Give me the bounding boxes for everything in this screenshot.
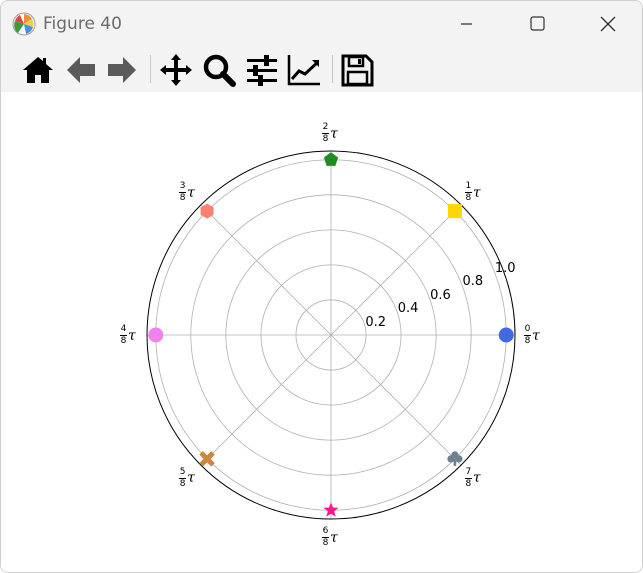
r-tick-label: 0.2 (365, 314, 387, 330)
theta-label-symbol: τ (187, 184, 195, 201)
navigation-toolbar (1, 47, 642, 92)
window-title: Figure 40 (43, 14, 122, 34)
r-tick-label: 0.8 (462, 274, 484, 290)
theta-tick-label: 58τ (179, 466, 195, 489)
theta-label-denominator: 8 (322, 134, 329, 144)
back-arrow-icon (67, 57, 95, 83)
theta-label-denominator: 8 (322, 538, 329, 548)
theta-label-symbol: τ (330, 529, 338, 546)
figure-canvas[interactable]: 0.2 0.4 0.6 0.8 1.0 0 8 τ 1 8 τ 2 8 τ 3 8 τ 4 8 τ 5 8 τ 6 8 τ 7 8 τ (1, 92, 642, 572)
club-marker-stem (453, 458, 457, 466)
theta-tick-label: 18τ (464, 181, 481, 204)
theta-label-numerator: 4 (120, 324, 127, 334)
maximize-button[interactable] (501, 1, 571, 47)
angular-gridline (330, 334, 462, 466)
theta-label-symbol: τ (128, 327, 136, 344)
zoom-button[interactable] (201, 52, 237, 88)
title-bar[interactable]: Figure 40 (1, 1, 642, 47)
zoom-icon (203, 54, 236, 87)
theta-label-numerator: 1 (465, 181, 472, 192)
close-icon (600, 16, 616, 32)
angular-gridline (200, 204, 332, 336)
toolbar-separator (150, 55, 151, 83)
polar-axes (146, 150, 516, 520)
configure-subplots-icon (247, 55, 277, 86)
minimize-button[interactable] (431, 1, 501, 47)
club-marker-lobe (447, 455, 455, 463)
r-tick-label: 0.6 (430, 287, 451, 303)
angular-gridline (200, 334, 332, 466)
figure-window: Figure 40 0.2 0.4 0.6 0.8 1.0 0 8 τ 1 8 … (0, 0, 643, 573)
data-point-circle (148, 327, 164, 343)
close-button[interactable] (572, 1, 642, 47)
theta-tick-label: 0 8τ (524, 325, 540, 346)
theta-label-numerator: 3 (179, 181, 186, 192)
data-point-x (199, 451, 215, 467)
theta-label-numerator: 5 (179, 466, 186, 477)
theta-label-denominator: 8 (465, 478, 472, 489)
home-icon (23, 57, 53, 83)
r-tick-label: 1.0 (494, 260, 516, 276)
toolbar-separator (332, 55, 333, 83)
r-tick-label: 0.4 (397, 301, 419, 317)
theta-label-symbol: τ (187, 470, 195, 487)
theta-tick-label: 4 8τ (120, 325, 136, 346)
angular-gridline (330, 204, 462, 336)
data-point-pentagon (323, 152, 339, 166)
edit-axes-icon (287, 55, 320, 86)
pan-button[interactable] (158, 52, 194, 88)
theta-tick-label: 6 8τ (322, 527, 338, 548)
theta-tick-label: 78τ (464, 466, 481, 489)
theta-label-symbol: τ (472, 184, 481, 201)
home-button[interactable] (20, 52, 56, 88)
back-button[interactable] (63, 52, 99, 88)
theta-label-numerator: 0 (524, 324, 531, 334)
theta-tick-label: 38τ (179, 182, 195, 203)
data-point-circle (498, 327, 514, 343)
data-point-square (447, 204, 462, 219)
theta-label-numerator: 2 (322, 122, 329, 132)
theta-label-symbol: τ (472, 470, 481, 487)
theta-tick-label: 2 8τ (322, 123, 338, 144)
theta-label-denominator: 8 (465, 193, 472, 204)
edit-axes-button[interactable] (286, 52, 322, 88)
matplotlib-icon (12, 12, 36, 36)
configure-subplots-button[interactable] (244, 52, 280, 88)
theta-label-symbol: τ (330, 125, 338, 142)
club-marker-lobe (455, 455, 463, 463)
forward-button[interactable] (104, 52, 140, 88)
save-icon (341, 54, 374, 87)
pan-icon (160, 54, 192, 86)
forward-arrow-icon (108, 57, 136, 83)
save-button[interactable] (339, 52, 375, 88)
theta-label-denominator: 8 (524, 336, 531, 346)
maximize-icon (530, 16, 545, 31)
theta-label-numerator: 7 (465, 466, 472, 477)
theta-label-symbol: τ (532, 327, 540, 344)
minimize-icon (461, 23, 472, 25)
theta-label-denominator: 8 (179, 478, 186, 489)
theta-label-numerator: 6 (322, 526, 329, 536)
theta-label-denominator: 8 (179, 193, 186, 204)
theta-label-denominator: 8 (120, 336, 127, 346)
